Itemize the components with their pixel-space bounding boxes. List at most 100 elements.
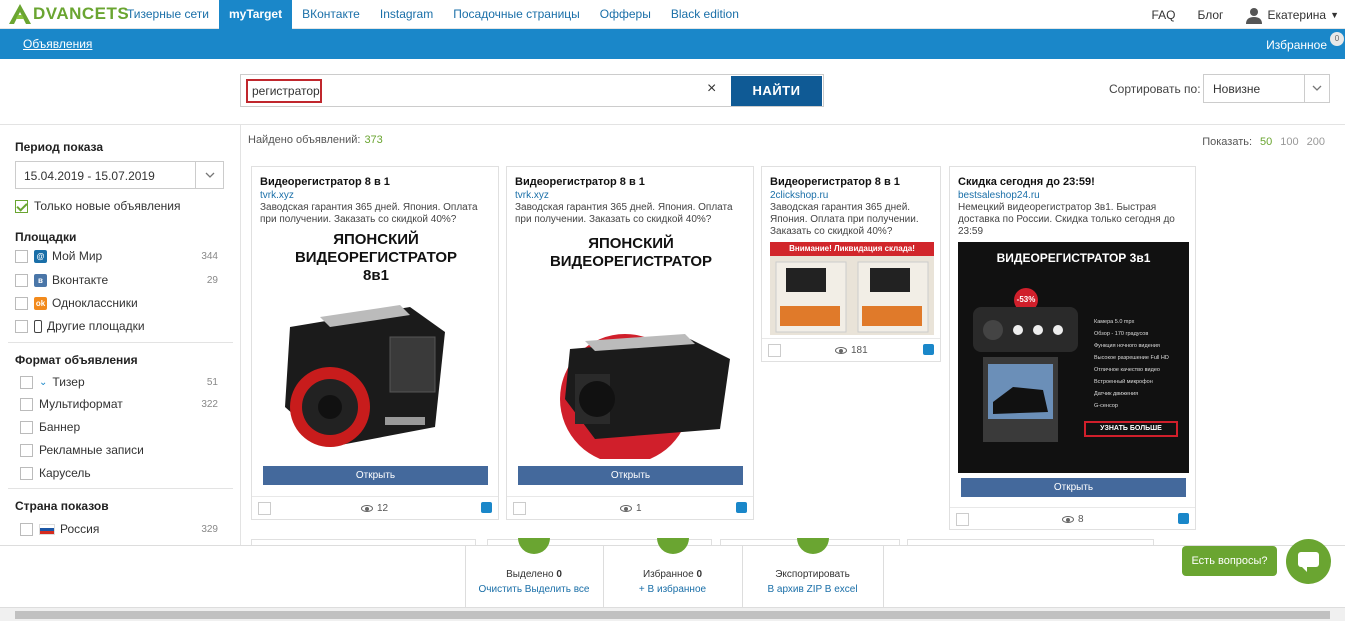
chevron-down-icon [1304, 75, 1329, 102]
dashcam-image [973, 307, 1078, 442]
select-checkbox[interactable] [956, 513, 969, 526]
ad-card[interactable]: Видеорегистратор 8 в 1 tvrk.xyz Заводска… [251, 166, 499, 520]
logo-icon [9, 4, 31, 24]
top-bar: DVANCETS Тизерные сети myTarget ВКонтакт… [0, 0, 1345, 29]
platform-item[interactable]: ok Одноклассники [15, 295, 218, 311]
add-to-favorites-link[interactable]: + В избранное [603, 584, 742, 595]
page-size-50[interactable]: 50 [1260, 136, 1272, 148]
desc-line: Япония. Оплата при получении. [770, 214, 919, 225]
favorites-count-badge: 0 [1330, 32, 1344, 46]
ad-card[interactable]: Видеорегистратор 8 в 1 2clickshop.ru Зав… [761, 166, 941, 362]
platform-label: Другие площадки [47, 319, 145, 333]
dashcam-image [560, 334, 730, 459]
search-input[interactable]: регистратор [246, 79, 322, 103]
ads-link[interactable]: Объявления [23, 37, 92, 51]
nav-teaser[interactable]: Тизерные сети [117, 0, 219, 29]
format-item[interactable]: ⌄ Тизер 51 [15, 374, 218, 390]
only-new-checkbox[interactable]: Только новые объявления [15, 198, 218, 214]
checkbox[interactable] [20, 522, 33, 536]
country-count: 329 [201, 523, 218, 535]
nav-landing[interactable]: Посадочные страницы [443, 0, 590, 29]
format-item[interactable]: Мультиформат 322 [15, 396, 218, 412]
checkbox[interactable] [20, 466, 33, 480]
ad-card[interactable]: Видеорегистратор 8 в 1 tvrk.xyz Заводска… [506, 166, 754, 520]
sort-select[interactable]: Новизне [1203, 74, 1330, 103]
ad-card[interactable]: Скидка сегодня до 23:59! bestsaleshop24.… [949, 166, 1196, 530]
desc-line: Немецкий видеорегистратор 3в1. Быстрая [958, 202, 1157, 213]
checkbox-checked[interactable] [15, 199, 28, 213]
favorites-link[interactable]: Избранное [1266, 38, 1327, 52]
format-item[interactable]: Баннер [15, 419, 218, 435]
smile-icon[interactable] [736, 502, 747, 513]
ad-title: Видеорегистратор 8 в 1 [515, 176, 645, 188]
platform-count: 344 [201, 250, 218, 262]
vk-icon: в [34, 273, 47, 287]
ad-domain[interactable]: bestsaleshop24.ru [958, 190, 1040, 201]
ask-questions-button[interactable]: Есть вопросы? [1182, 546, 1277, 576]
checkbox[interactable] [15, 273, 28, 287]
nav-black-edition[interactable]: Black edition [661, 0, 749, 29]
select-checkbox[interactable] [513, 502, 526, 515]
eye-icon [620, 505, 632, 512]
img-title: ВИДЕОРЕГИСТРАТОР 3в1 [996, 251, 1151, 265]
horizontal-scrollbar[interactable] [0, 607, 1345, 621]
checkbox[interactable] [20, 397, 33, 411]
checkbox[interactable] [15, 319, 28, 333]
search-button[interactable]: НАЙТИ [731, 76, 822, 106]
open-button[interactable]: Открыть [961, 478, 1186, 497]
smile-icon[interactable] [481, 502, 492, 513]
desc-line: Заводская гарантия 365 дней. [770, 202, 911, 213]
blog-link[interactable]: Блог [1198, 8, 1224, 22]
check-icon [518, 538, 550, 554]
select-checkbox[interactable] [258, 502, 271, 515]
ad-image: ЯПОНСКИЙ ВИДЕОРЕГИСТРАТОР 8в1 [260, 229, 492, 459]
faq-link[interactable]: FAQ [1151, 8, 1175, 22]
nav-mytarget[interactable]: myTarget [218, 0, 293, 29]
export-links[interactable]: В архив ZIP В excel [742, 584, 883, 595]
ad-domain[interactable]: tvrk.xyz [260, 190, 294, 201]
platform-item[interactable]: Другие площадки [15, 318, 218, 334]
nav-instagram[interactable]: Instagram [370, 0, 443, 29]
select-checkbox[interactable] [768, 344, 781, 357]
top-right: FAQ Блог Екатерина ▼ [1151, 0, 1339, 29]
ad-domain[interactable]: 2clickshop.ru [770, 190, 828, 201]
user-menu[interactable]: Екатерина ▼ [1245, 6, 1339, 24]
chat-bubble-icon [1298, 552, 1319, 572]
sort-label: Сортировать по: [1109, 82, 1201, 96]
checkbox[interactable] [15, 296, 28, 310]
img-text: ВИДЕОРЕГИСТРАТОР [549, 253, 713, 270]
logo[interactable]: DVANCETS [8, 3, 129, 25]
views: 1 [620, 503, 642, 514]
desc-line: доставка по России. Скидка только сегодн… [958, 214, 1175, 225]
nav-vkontakte[interactable]: ВКонтакте [292, 0, 370, 29]
format-item[interactable]: Рекламные записи [15, 442, 218, 458]
clear-select-all-link[interactable]: Очистить Выделить все [465, 584, 603, 595]
chat-button[interactable] [1286, 539, 1331, 584]
scrollbar-thumb[interactable] [15, 611, 1330, 619]
clear-icon[interactable]: × [707, 80, 716, 98]
views-count: 12 [377, 503, 389, 514]
separator [883, 546, 884, 608]
page-size-200[interactable]: 200 [1307, 136, 1325, 148]
ad-domain[interactable]: tvrk.xyz [515, 190, 549, 201]
checkbox[interactable] [20, 443, 33, 457]
date-range-picker[interactable]: 15.04.2019 - 15.07.2019 [15, 161, 224, 189]
selected-text: Выделено [506, 569, 554, 580]
open-button[interactable]: Открыть [518, 466, 743, 485]
open-button[interactable]: Открыть [263, 466, 488, 485]
format-item[interactable]: Карусель [15, 465, 218, 481]
nav-offers[interactable]: Офферы [590, 0, 661, 29]
export-cell: Экспортировать В архив ZIP В excel [742, 538, 883, 608]
checkbox[interactable] [20, 375, 33, 389]
checkbox[interactable] [20, 420, 33, 434]
smile-icon[interactable] [923, 344, 934, 355]
platform-item[interactable]: в Вконтакте 29 [15, 272, 218, 288]
checkbox[interactable] [15, 249, 28, 263]
country-item[interactable]: Россия 329 [15, 521, 218, 537]
smile-icon[interactable] [1178, 513, 1189, 524]
chevron-down-icon[interactable]: ⌄ [39, 377, 47, 388]
platform-item[interactable]: @ Мой Мир 344 [15, 248, 218, 264]
page-size-100[interactable]: 100 [1280, 136, 1298, 148]
ad-footer: 12 [252, 496, 498, 520]
product-boxes-image [775, 261, 929, 333]
